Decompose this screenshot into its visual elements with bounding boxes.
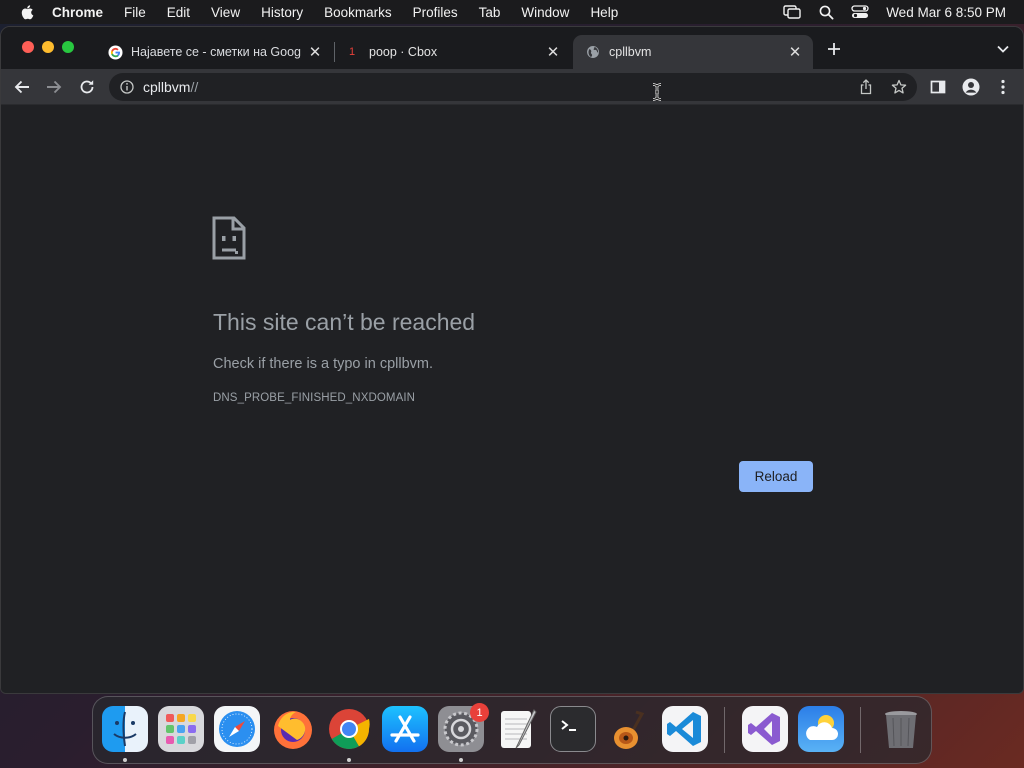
side-panel-icon[interactable] — [926, 75, 950, 99]
running-indicator — [459, 758, 463, 762]
menu-history[interactable]: History — [261, 5, 303, 20]
tab-title: poop · Cbox — [369, 45, 438, 59]
error-heading: This site can’t be reached — [213, 309, 476, 335]
terminal-icon[interactable] — [550, 706, 596, 752]
more-menu-icon[interactable] — [991, 75, 1015, 99]
menu-app-name[interactable]: Chrome — [52, 5, 103, 20]
browser-toolbar: cpllbvm// — [1, 69, 1023, 105]
tab-close-icon[interactable]: ✕ — [545, 44, 561, 61]
weather-icon[interactable] — [798, 706, 844, 752]
menubar: Chrome File Edit View History Bookmarks … — [0, 0, 1024, 24]
reload-button[interactable]: Reload — [739, 461, 813, 492]
url-host: cpllbvm — [143, 79, 191, 95]
sad-page-icon — [211, 216, 247, 260]
vscode-icon[interactable] — [662, 706, 708, 752]
error-message: Check if there is a typo in cpllbvm. — [213, 356, 434, 372]
safari-icon[interactable] — [214, 706, 260, 752]
chrome-icon[interactable] — [326, 706, 372, 752]
tab-google-signin[interactable]: Најавете се - сметки на Google ✕ — [97, 35, 333, 69]
text-cursor-icon — [652, 83, 662, 101]
cbox-icon: 1 — [348, 46, 356, 58]
tab-strip: Најавете се - сметки на Google ✕ 1 poop … — [1, 27, 1023, 69]
launchpad-icon[interactable] — [158, 706, 204, 752]
dock-separator — [724, 707, 725, 753]
url-path: // — [190, 79, 199, 95]
tab-close-icon[interactable]: ✕ — [787, 44, 803, 61]
menu-file[interactable]: File — [124, 5, 146, 20]
dock: 1 — [92, 696, 932, 764]
profile-avatar-icon[interactable] — [959, 75, 983, 99]
notification-badge: 1 — [470, 703, 489, 722]
menu-view[interactable]: View — [211, 5, 240, 20]
screen-mirroring-icon[interactable] — [782, 4, 802, 20]
bookmark-star-icon[interactable] — [891, 79, 907, 95]
tab-title: Најавете се - сметки на Google — [131, 45, 301, 59]
menubar-clock[interactable]: Wed Mar 6 8:50 PM — [886, 5, 1006, 20]
menubar-status-area: Wed Mar 6 8:50 PM — [768, 0, 1006, 24]
menu-help[interactable]: Help — [590, 5, 618, 20]
zoom-window-button[interactable] — [62, 41, 74, 53]
menu-bookmarks[interactable]: Bookmarks — [324, 5, 392, 20]
tab-search-chevron-down-icon[interactable] — [991, 37, 1015, 61]
page-content: This site can’t be reached Check if ther… — [1, 106, 1023, 693]
minimize-window-button[interactable] — [42, 41, 54, 53]
address-bar[interactable]: cpllbvm// — [109, 73, 917, 101]
tab-cbox[interactable]: 1 poop · Cbox ✕ — [335, 35, 571, 69]
visual-studio-icon[interactable] — [742, 706, 788, 752]
menu-tab[interactable]: Tab — [479, 5, 501, 20]
textedit-icon[interactable] — [494, 706, 540, 752]
control-center-icon[interactable] — [850, 4, 870, 20]
forward-button[interactable] — [42, 75, 66, 99]
finder-icon[interactable] — [102, 706, 148, 752]
trash-icon[interactable] — [878, 706, 924, 752]
reload-icon[interactable] — [75, 75, 99, 99]
tab-close-icon[interactable]: ✕ — [307, 44, 323, 61]
tab-active-cpllbvm[interactable]: cpllbvm ✕ — [573, 35, 813, 69]
tab-title: cpllbvm — [609, 45, 652, 59]
error-code: DNS_PROBE_FINISHED_NXDOMAIN — [213, 392, 416, 404]
site-info-icon[interactable] — [119, 79, 135, 95]
firefox-icon[interactable] — [270, 706, 316, 752]
garageband-icon[interactable] — [606, 706, 652, 752]
spotlight-search-icon[interactable] — [816, 4, 836, 20]
menu-edit[interactable]: Edit — [167, 5, 190, 20]
url-text[interactable]: cpllbvm// — [143, 79, 198, 95]
menu-window[interactable]: Window — [521, 5, 569, 20]
running-indicator — [347, 758, 351, 762]
back-button[interactable] — [10, 75, 34, 99]
close-window-button[interactable] — [22, 41, 34, 53]
share-icon[interactable] — [859, 79, 875, 95]
google-icon — [107, 44, 123, 60]
app-store-icon[interactable] — [382, 706, 428, 752]
apple-menu-icon[interactable] — [18, 0, 36, 24]
new-tab-button[interactable] — [822, 37, 846, 61]
running-indicator — [123, 758, 127, 762]
menu-profiles[interactable]: Profiles — [413, 5, 458, 20]
chrome-window: Најавете се - сметки на Google ✕ 1 poop … — [0, 26, 1024, 694]
globe-icon — [585, 44, 601, 60]
dock-separator — [860, 707, 861, 753]
